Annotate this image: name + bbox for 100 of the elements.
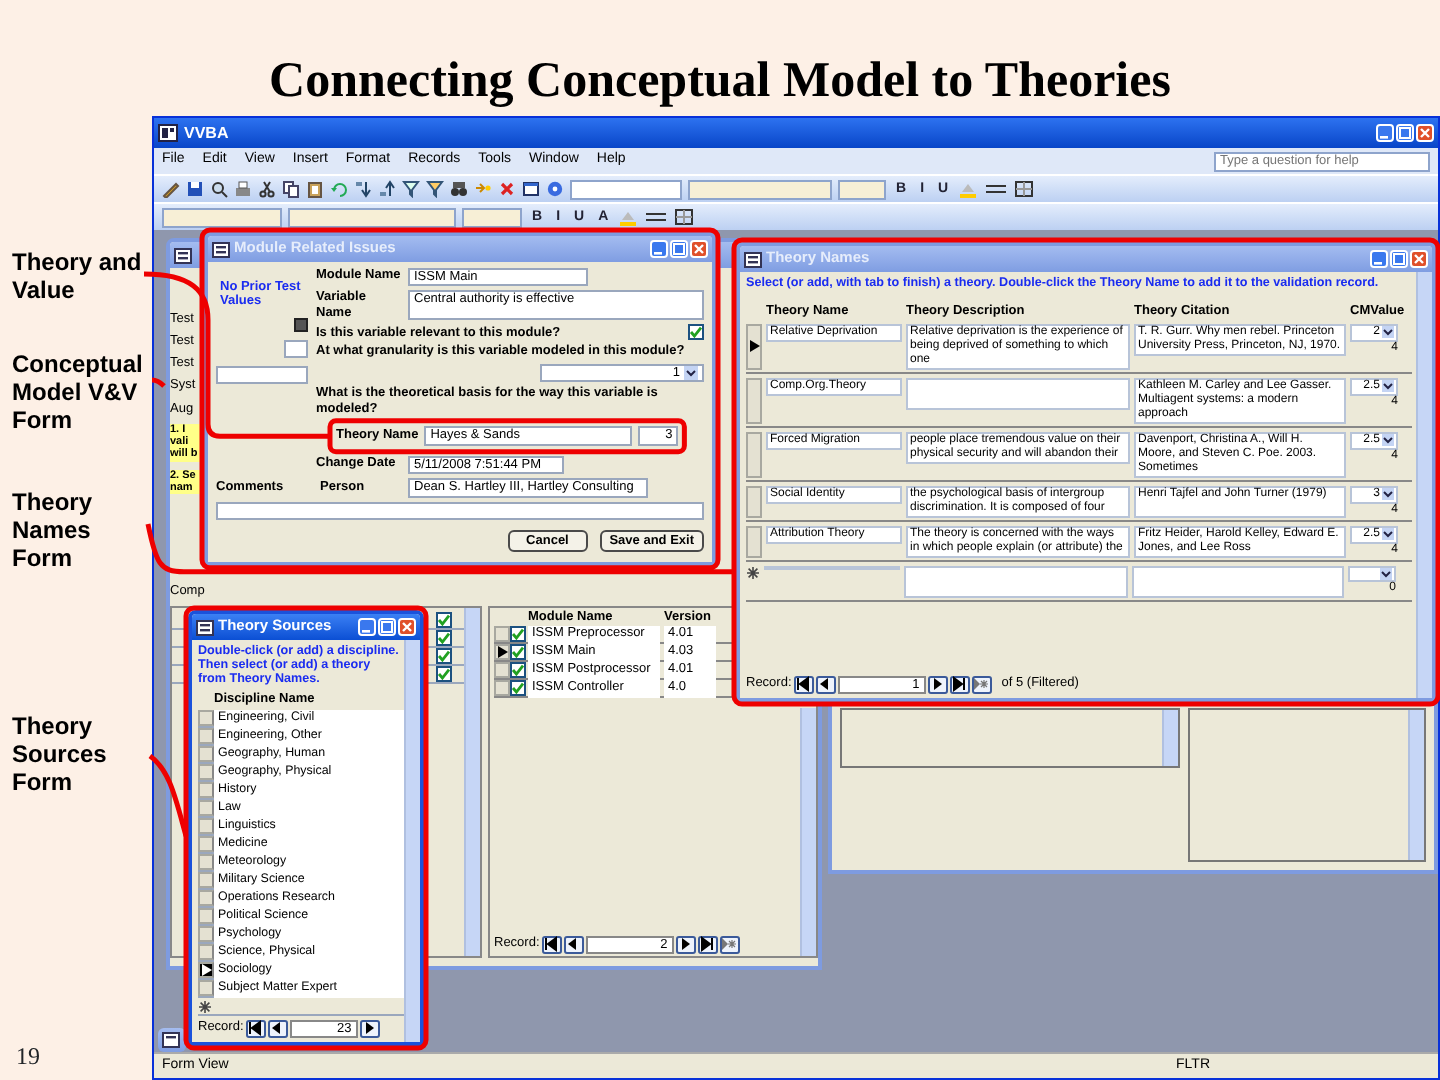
checkbox[interactable] [436,612,452,629]
dropdown-arrow-icon[interactable] [1382,487,1394,500]
arrow-star-icon[interactable] [474,180,492,198]
line-style-icon[interactable] [644,208,669,226]
close-icon[interactable] [1410,250,1428,268]
printer-icon[interactable] [234,180,252,198]
dropdown-field[interactable] [688,179,832,199]
vertical-scrollbar[interactable] [800,708,816,956]
small-square-icon [294,317,308,332]
copy-icon[interactable] [282,180,300,198]
checkbox[interactable] [510,680,526,697]
next-record-icon[interactable] [675,935,696,953]
table-cell[interactable] [764,565,900,570]
close-icon[interactable] [1416,124,1434,142]
last-record-icon[interactable] [949,675,970,693]
row-pointer-icon [201,964,211,977]
table-cell[interactable] [904,565,1128,598]
minimize-icon[interactable] [650,240,668,258]
maximize-icon[interactable] [1390,250,1408,268]
slide-title: Connecting Conceptual Model to Theories [269,56,1171,106]
minimize-icon[interactable] [1370,250,1388,268]
first-record-icon[interactable] [245,1019,266,1037]
callout-label: Conceptual Model V&V Form [12,352,145,435]
checkbox[interactable] [510,662,526,679]
maximize-icon[interactable] [1396,124,1414,142]
dropdown-arrow-icon[interactable] [1382,527,1394,540]
help-icon[interactable] [546,180,564,198]
row-pointer-icon [497,646,507,659]
vertical-scrollbar[interactable] [1416,272,1432,698]
next-record-icon[interactable] [359,1019,380,1037]
dropdown-field[interactable] [462,207,522,227]
form-icon [212,241,230,257]
row-selector[interactable] [198,962,214,979]
vertical-scrollbar[interactable] [404,640,420,1042]
first-record-icon[interactable] [793,675,814,693]
previous-record-icon[interactable] [563,935,584,953]
pencil-icon[interactable] [162,180,180,198]
next-record-icon[interactable] [927,675,948,693]
dropdown-field[interactable] [570,179,682,199]
checkbox[interactable] [436,666,452,683]
border-icon[interactable] [1014,180,1035,198]
app-title: VVBA [184,123,229,143]
previous-record-icon[interactable] [267,1019,288,1037]
clipboard-icon[interactable] [306,180,324,198]
table-cell[interactable] [906,377,1130,410]
dropdown-arrow-icon[interactable] [1380,567,1392,580]
new-record-icon[interactable] [971,675,992,693]
dropdown-field[interactable] [838,179,886,199]
checkbox[interactable] [688,324,704,341]
app-icon [158,124,178,142]
close-icon[interactable] [690,240,708,258]
dropdown-arrow-icon[interactable] [1382,325,1394,338]
fill-color-icon[interactable] [958,180,979,198]
table-cell[interactable] [1132,565,1344,598]
border-icon[interactable] [674,208,695,226]
dropdown-arrow-icon[interactable] [1382,379,1394,392]
dropdown-field[interactable] [162,207,282,227]
magnifier-icon[interactable] [210,180,228,198]
row-selector[interactable] [746,323,762,370]
dropdown-arrow-icon[interactable] [1382,433,1394,446]
window-icon[interactable] [522,180,540,198]
save-icon[interactable] [186,180,204,198]
vertical-scrollbar[interactable] [464,608,480,956]
callout-label: Theory and Value [12,250,144,306]
previous-record-icon[interactable] [815,675,836,693]
minimize-icon[interactable] [1376,124,1394,142]
minimize-icon[interactable] [358,618,376,636]
checkbox[interactable] [510,644,526,661]
line-style-icon[interactable] [984,180,1009,198]
input-field[interactable] [216,365,308,384]
checkbox[interactable] [436,648,452,665]
form-icon [174,247,192,263]
minimized-window[interactable] [158,1028,186,1052]
maximize-icon[interactable] [670,240,688,258]
row-selector[interactable] [494,644,510,661]
dropdown-field[interactable] [288,207,456,227]
undo-icon[interactable] [330,180,348,198]
scissors-icon[interactable] [258,180,276,198]
cmvalue-dropdown[interactable] [1348,565,1396,582]
binoculars-icon[interactable] [450,180,468,198]
dropdown-arrow-icon[interactable] [684,366,698,381]
vertical-scrollbar[interactable] [1162,710,1178,766]
input-field[interactable] [284,339,308,358]
checkbox[interactable] [436,630,452,647]
last-record-icon[interactable] [697,935,718,953]
checkbox[interactable] [510,626,526,643]
fill-color-icon[interactable] [618,208,639,226]
maximize-icon[interactable] [378,618,396,636]
slide-number: 19 [16,1042,40,1072]
delete-icon[interactable] [498,180,516,198]
first-record-icon[interactable] [541,935,562,953]
sort-arrow-icon[interactable] [378,180,396,198]
leader-line [148,754,189,837]
comments-field[interactable] [216,501,704,520]
form-icon [196,619,214,635]
vertical-scrollbar[interactable] [1408,710,1424,860]
close-icon[interactable] [398,618,416,636]
new-record-icon[interactable] [719,935,740,953]
sort-arrow-icon[interactable] [354,180,372,198]
form-icon [162,1032,180,1048]
